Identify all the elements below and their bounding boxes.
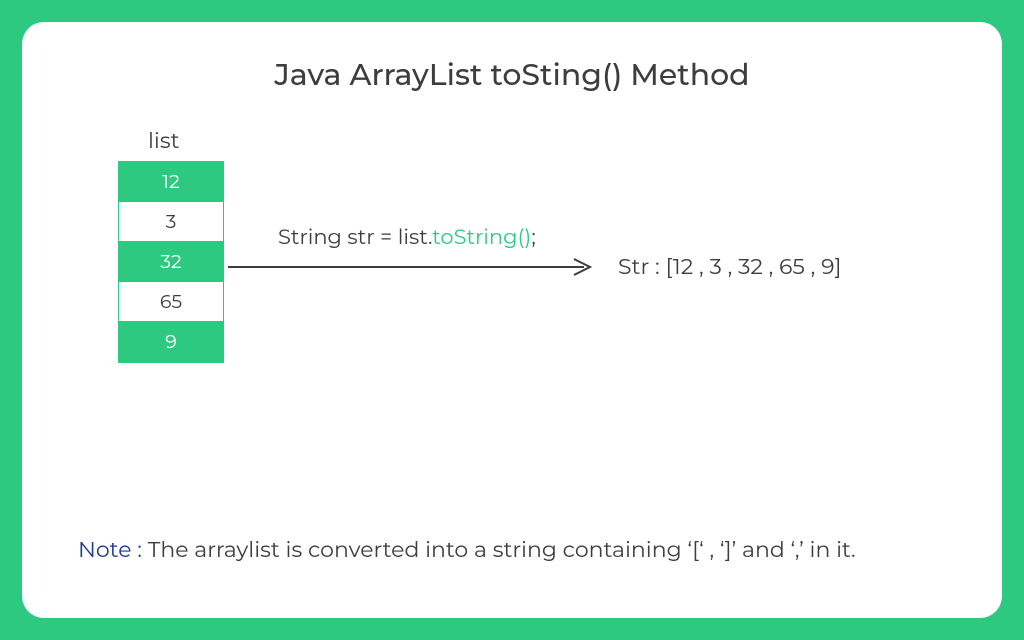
list-label: list (148, 127, 180, 154)
page-title: Java ArrayList toSting() Method (78, 56, 946, 93)
arrow-icon (228, 255, 598, 279)
note: Note : The arraylist is converted into a… (78, 534, 946, 566)
code-prefix: String str = list. (278, 225, 432, 250)
diagram-card: Java ArrayList toSting() Method list 12 … (22, 22, 1002, 618)
list-cell: 3 (119, 202, 223, 242)
code-expression: String str = list.toString(); (278, 225, 536, 250)
code-method: toString() (432, 225, 531, 250)
note-label: Note : (78, 536, 148, 563)
diagram-stage: list 12 3 32 65 9 String str = list.toSt… (78, 127, 946, 427)
note-text: The arraylist is converted into a string… (148, 536, 856, 563)
result-text: Str : [12 , 3 , 32 , 65 , 9] (618, 253, 841, 280)
code-suffix: ; (531, 225, 535, 250)
list-cell: 65 (119, 282, 223, 322)
array-list: 12 3 32 65 9 (118, 161, 224, 363)
list-cell: 9 (119, 322, 223, 362)
list-cell: 32 (119, 242, 223, 282)
list-cell: 12 (119, 162, 223, 202)
